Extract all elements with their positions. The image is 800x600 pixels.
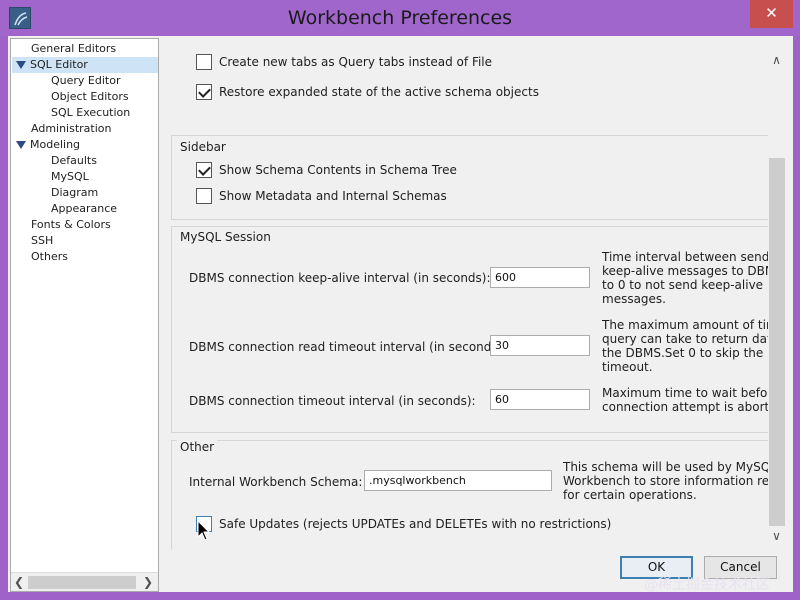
expand-triangle-icon[interactable]	[16, 61, 26, 69]
help-line: Workbench to store information re	[563, 474, 770, 488]
tree-item-ssh[interactable]: SSH	[31, 233, 53, 249]
tree-item-modeling[interactable]: Modeling	[16, 137, 80, 153]
tree-item-label: Modeling	[30, 138, 81, 151]
internal-schema-label: Internal Workbench Schema:	[189, 475, 363, 489]
keep-alive-help: Time interval between sendi keep-alive m…	[602, 250, 783, 306]
tree-item-sql-editor[interactable]: SQL Editor	[12, 57, 158, 73]
connection-timeout-input[interactable]: 60	[490, 389, 590, 410]
scroll-right-icon[interactable]: ❯	[140, 574, 156, 591]
tree-item-fonts-colors[interactable]: Fonts & Colors	[31, 217, 111, 233]
scrollbar-thumb[interactable]	[769, 158, 785, 526]
option-label: Show Metadata and Internal Schemas	[219, 189, 447, 203]
close-button[interactable]: ✕	[750, 0, 793, 28]
checkbox[interactable]	[196, 188, 212, 204]
internal-schema-help: This schema will be used by MySQL Workbe…	[563, 460, 777, 502]
preferences-dialog: General Editors SQL Editor Query Editor …	[8, 36, 793, 592]
category-tree: General Editors SQL Editor Query Editor …	[10, 38, 159, 592]
tree-item-label: SQL Editor	[30, 58, 88, 71]
connection-timeout-help: Maximum time to wait before connection a…	[602, 386, 779, 414]
tree-item-defaults[interactable]: Defaults	[51, 153, 97, 169]
keep-alive-label: DBMS connection keep-alive interval (in …	[189, 271, 491, 285]
internal-schema-input[interactable]: .mysqlworkbench	[364, 470, 552, 491]
scroll-left-icon[interactable]: ❮	[11, 574, 27, 591]
read-timeout-input[interactable]: 30	[490, 335, 590, 356]
group-title-mysql-session: MySQL Session	[177, 230, 274, 244]
help-line: This schema will be used by MySQL	[563, 460, 777, 474]
help-line: connection attempt is aborte	[602, 400, 777, 414]
tree-item-administration[interactable]: Administration	[31, 121, 112, 137]
help-line: query can take to return dat	[602, 332, 772, 346]
read-timeout-label: DBMS connection read timeout interval (i…	[189, 340, 507, 354]
scroll-down-icon[interactable]: ∨	[768, 528, 785, 545]
checkbox[interactable]	[196, 84, 212, 100]
help-line: Time interval between sendi	[602, 250, 773, 264]
tree-item-query-editor[interactable]: Query Editor	[51, 73, 120, 89]
help-line: for certain operations.	[563, 488, 697, 502]
keep-alive-input[interactable]: 600	[490, 267, 590, 288]
tree-item-object-editors[interactable]: Object Editors	[51, 89, 129, 105]
help-line: to 0 to not send keep-alive	[602, 278, 764, 292]
connection-timeout-label: DBMS connection timeout interval (in sec…	[189, 394, 476, 408]
read-timeout-help: The maximum amount of tim query can take…	[602, 318, 778, 374]
tree-item-others[interactable]: Others	[31, 249, 68, 265]
tree-item-general-editors[interactable]: General Editors	[31, 41, 116, 57]
title-bar: Workbench Preferences ✕	[0, 0, 800, 36]
help-line: Maximum time to wait before	[602, 386, 780, 400]
tree-item-diagram[interactable]: Diagram	[51, 185, 98, 201]
tree-item-mysql[interactable]: MySQL	[51, 169, 89, 185]
option-label: Create new tabs as Query tabs instead of…	[219, 55, 493, 69]
help-line: the DBMS.Set 0 to skip the r	[602, 346, 773, 360]
watermark: @稀土掘金技术社区	[644, 577, 770, 593]
scroll-up-icon[interactable]: ∧	[768, 52, 785, 69]
window-title: Workbench Preferences	[287, 7, 513, 29]
tree-item-sql-execution[interactable]: SQL Execution	[51, 105, 130, 121]
checkbox[interactable]	[196, 54, 212, 70]
group-title-sidebar: Sidebar	[177, 140, 229, 154]
option-label: Safe Updates (rejects UPDATEs and DELETE…	[219, 517, 612, 531]
help-line: messages.	[602, 292, 666, 306]
settings-vertical-scrollbar[interactable]: ∧ ∨	[768, 38, 785, 550]
option-label: Show Schema Contents in Schema Tree	[219, 163, 457, 177]
option-label: Restore expanded state of the active sch…	[219, 85, 539, 99]
scrollbar-thumb[interactable]	[28, 576, 136, 589]
settings-panel: Create new tabs as Query tabs instead of…	[163, 38, 785, 550]
mouse-cursor-icon	[197, 519, 211, 545]
help-line: keep-alive messages to DBMS	[602, 264, 783, 278]
tree-item-appearance[interactable]: Appearance	[51, 201, 117, 217]
checkbox[interactable]	[196, 162, 212, 178]
expand-triangle-icon[interactable]	[16, 141, 26, 149]
tree-horizontal-scrollbar[interactable]: ❮ ❯	[11, 572, 158, 591]
group-title-other: Other	[177, 440, 218, 454]
help-line: timeout.	[602, 360, 653, 374]
help-line: The maximum amount of tim	[602, 318, 778, 332]
